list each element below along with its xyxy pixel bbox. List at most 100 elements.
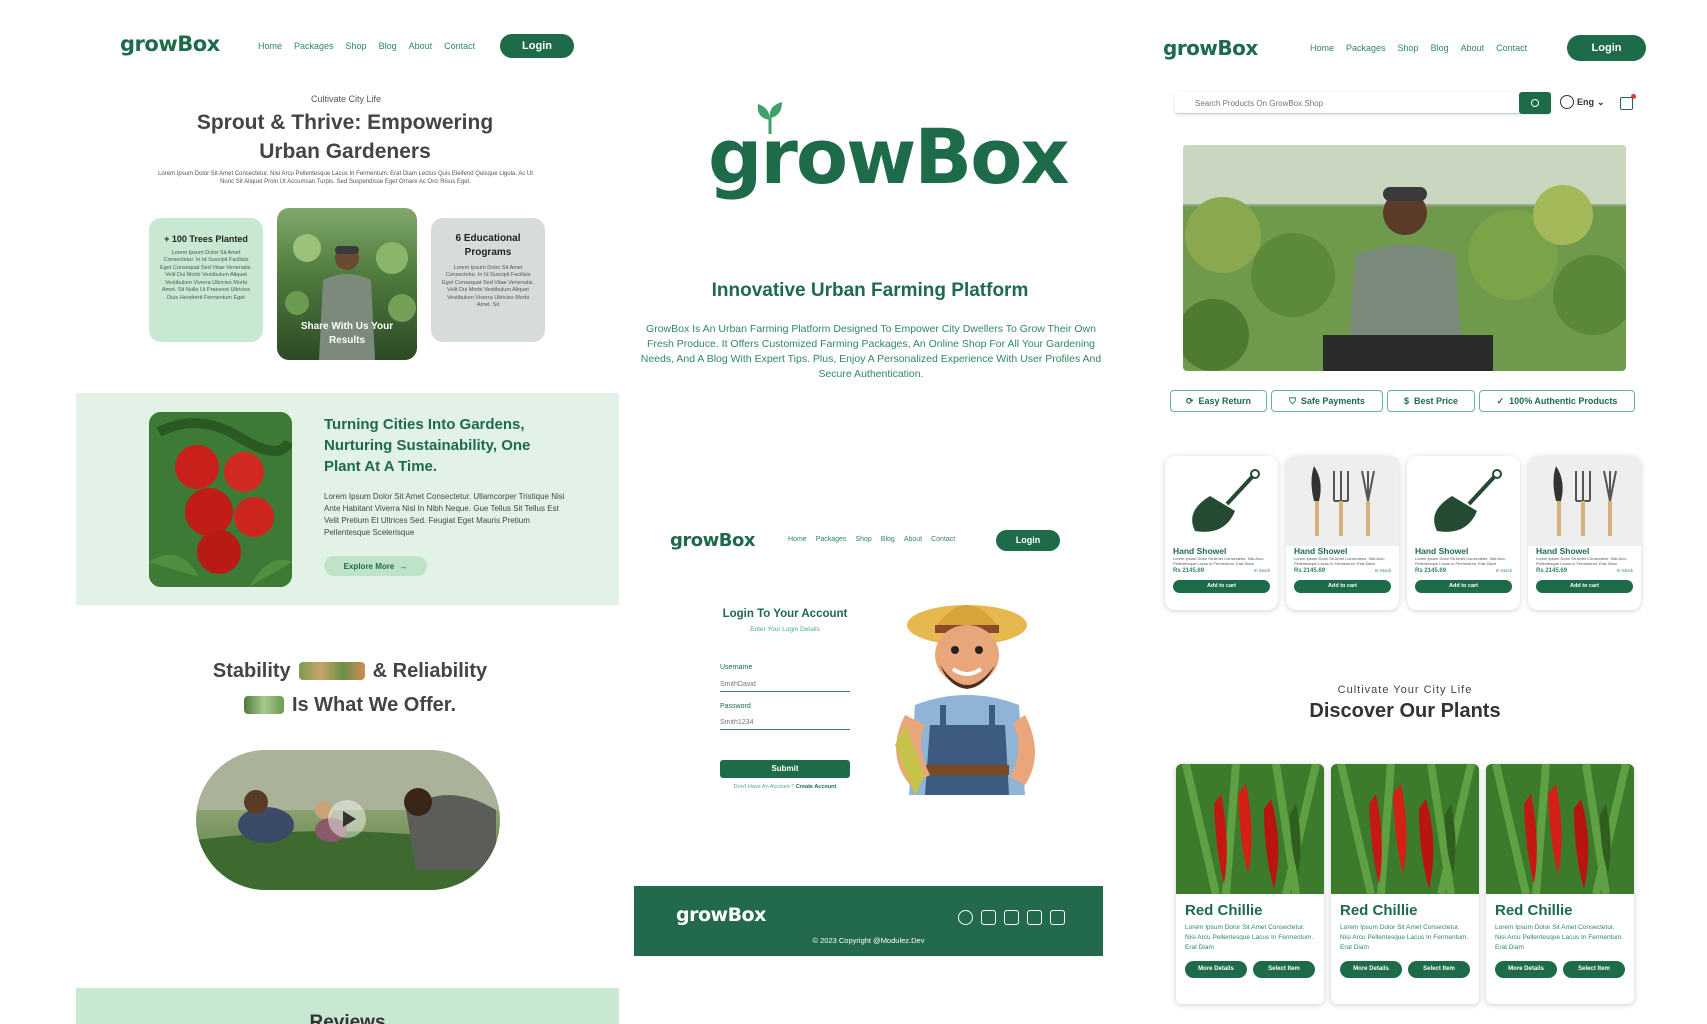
tomato-image	[149, 412, 292, 587]
language-label: Eng	[1577, 97, 1594, 107]
offer-text: Is What We Offer.	[291, 694, 457, 716]
shield-icon: ⛉	[1289, 395, 1296, 406]
brand-logo-right[interactable]: growBox	[1163, 36, 1258, 60]
reliability-word: & Reliability	[372, 660, 488, 682]
garden-tools-image	[1528, 456, 1641, 546]
farmers-thumb	[298, 662, 365, 680]
product-card[interactable]: Hand Showel Lorem Ipsum Dolor Sit Amet C…	[1407, 456, 1520, 610]
nav-about[interactable]: About	[1461, 43, 1485, 53]
chillie-image	[1486, 764, 1634, 895]
username-field[interactable]	[720, 678, 850, 692]
instagram-icon[interactable]	[981, 910, 996, 925]
product-price: Rs 2145.69	[1536, 568, 1568, 574]
password-field[interactable]	[720, 716, 850, 730]
search-button[interactable]	[1519, 92, 1551, 114]
nav-home[interactable]: Home	[788, 536, 807, 543]
nav-contact[interactable]: Contact	[931, 536, 955, 543]
product-name: Hand Showel	[1173, 546, 1227, 556]
select-item-button[interactable]: Select Item	[1408, 961, 1470, 978]
nav-about[interactable]: About	[904, 536, 922, 543]
plants-title: Discover Our Plants	[1309, 700, 1501, 722]
product-card[interactable]: Hand Showel Lorem Ipsum Dolor Sit Amet C…	[1528, 456, 1641, 610]
easy-return-tag: ⟳ Easy Return	[1170, 390, 1267, 412]
garden-tools-image	[1286, 456, 1399, 546]
cart-badge	[1631, 94, 1636, 99]
more-details-button[interactable]: More Details	[1185, 961, 1247, 978]
add-to-cart-button[interactable]: Add to cart	[1294, 580, 1391, 593]
brand-logo-hero: growBox	[708, 112, 1069, 201]
play-icon[interactable]	[328, 800, 366, 838]
arrow-right-icon: →	[399, 561, 408, 571]
create-account-link[interactable]: Create Account	[796, 784, 836, 790]
language-selector[interactable]: Eng ⌄	[1560, 95, 1605, 109]
nav-about[interactable]: About	[409, 41, 433, 51]
nav-shop[interactable]: Shop	[346, 41, 367, 51]
nav-home[interactable]: Home	[1310, 43, 1334, 53]
stability-heading: Stability & Reliability Is What We Offer…	[140, 654, 560, 722]
plant-card[interactable]: Red Chillie Lorem Ipsum Dolor Sit Amet C…	[1486, 764, 1634, 1004]
trowel-image	[1165, 456, 1278, 546]
platform-description: GrowBox Is An Urban Farming Platform Des…	[640, 323, 1102, 380]
nav-contact[interactable]: Contact	[444, 41, 475, 51]
authentic-products-tag: ✓ 100% Authentic Products	[1479, 390, 1635, 412]
add-to-cart-button[interactable]: Add to cart	[1536, 580, 1633, 593]
more-details-button[interactable]: More Details	[1495, 961, 1557, 978]
create-account-row: Don't Have An Account ? Create Account	[720, 784, 850, 790]
programs-card: 6 Educational Programs Lorem Ipsum Dolor…	[431, 218, 545, 342]
plant-desc: Lorem Ipsum Dolor Sit Amet Consectetur. …	[1340, 924, 1469, 951]
nav-blog[interactable]: Blog	[379, 41, 397, 51]
login-button-login-page[interactable]: Login	[996, 530, 1060, 551]
more-details-button[interactable]: More Details	[1340, 961, 1402, 978]
share-results-title: Share With Us Your Results	[300, 321, 394, 346]
product-card[interactable]: Hand Showel Lorem Ipsum Dolor Sit Amet C…	[1165, 456, 1278, 610]
google-icon[interactable]	[1004, 910, 1019, 925]
select-item-button[interactable]: Select Item	[1563, 961, 1625, 978]
nav-blog[interactable]: Blog	[1431, 43, 1449, 53]
submit-button[interactable]: Submit	[720, 760, 850, 778]
chevron-down-icon: ⌄	[1597, 96, 1605, 107]
refresh-icon: ⟳	[1185, 395, 1194, 406]
plant-card[interactable]: Red Chillie Lorem Ipsum Dolor Sit Amet C…	[1176, 764, 1324, 1004]
product-card[interactable]: Hand Showel Lorem Ipsum Dolor Sit Amet C…	[1286, 456, 1399, 610]
globe-icon	[1560, 95, 1574, 109]
nav-shop[interactable]: Shop	[1398, 43, 1419, 53]
nav-home[interactable]: Home	[258, 41, 282, 51]
plant-desc: Lorem Ipsum Dolor Sit Amet Consectetur. …	[1185, 924, 1314, 951]
brand-logo-footer[interactable]: growBox	[676, 904, 766, 926]
stability-word: Stability	[212, 660, 291, 682]
share-results-card[interactable]: Share With Us Your Results	[277, 208, 417, 360]
add-to-cart-button[interactable]: Add to cart	[1173, 580, 1270, 593]
shop-hero-image	[1183, 145, 1626, 371]
linkedin-icon[interactable]	[1027, 910, 1042, 925]
left-nav: Home Packages Shop Blog About Contact	[258, 41, 487, 51]
nav-shop[interactable]: Shop	[855, 536, 871, 543]
nav-contact[interactable]: Contact	[1496, 43, 1527, 53]
video-player[interactable]	[196, 750, 500, 890]
plants-grid: Red Chillie Lorem Ipsum Dolor Sit Amet C…	[1176, 764, 1634, 1004]
add-to-cart-button[interactable]: Add to cart	[1415, 580, 1512, 593]
password-label: Password	[720, 703, 751, 710]
plant-desc: Lorem Ipsum Dolor Sit Amet Consectetur. …	[1495, 924, 1624, 951]
nav-blog[interactable]: Blog	[881, 536, 895, 543]
hero-title-line1: Sprout & Thrive: Empowering	[196, 111, 494, 134]
cart-icon[interactable]	[1620, 94, 1636, 110]
select-item-button[interactable]: Select Item	[1253, 961, 1315, 978]
brand-logo-login[interactable]: growBox	[670, 530, 755, 551]
stock-badge: In Stock	[1495, 568, 1512, 573]
brand-logo-left[interactable]: growBox	[120, 32, 220, 56]
product-price: Rs 2145.69	[1415, 568, 1447, 574]
nav-packages[interactable]: Packages	[1346, 43, 1386, 53]
check-circle-icon: ✓	[1496, 395, 1505, 406]
explore-more-button[interactable]: Explore More →	[324, 556, 427, 576]
best-price-label: Best Price	[1413, 396, 1459, 406]
nav-packages[interactable]: Packages	[816, 536, 847, 543]
mission-text: Lorem Ipsum Dolor Sit Amet Consectetur. …	[324, 492, 565, 537]
login-button-left[interactable]: Login	[500, 34, 574, 58]
hero-title-line2: Urban Gardeners	[259, 140, 431, 163]
plant-card[interactable]: Red Chillie Lorem Ipsum Dolor Sit Amet C…	[1331, 764, 1479, 1004]
github-icon[interactable]	[1050, 910, 1065, 925]
nav-packages[interactable]: Packages	[294, 41, 334, 51]
login-button-right[interactable]: Login	[1567, 35, 1646, 61]
facebook-icon[interactable]	[958, 910, 973, 925]
search-input[interactable]	[1175, 92, 1515, 114]
